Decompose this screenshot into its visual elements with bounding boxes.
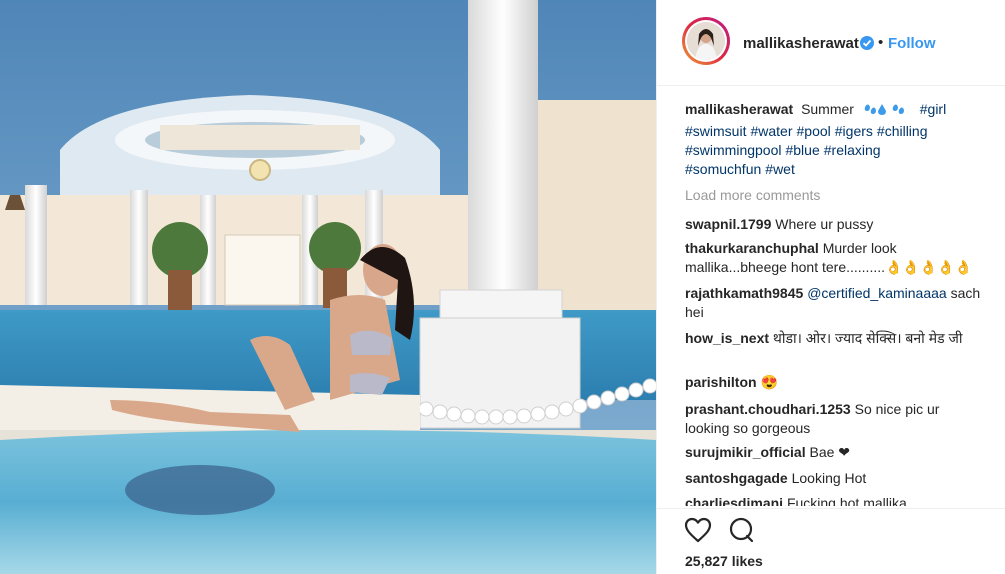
comment-username[interactable]: thakurkaranchuphal <box>685 240 819 256</box>
comment-item: charliesdimani Fucking hot mallika <box>685 494 985 506</box>
hashtag[interactable]: #pool <box>797 123 831 139</box>
comment-item: prashant.choudhari.1253 So nice pic ur l… <box>685 400 985 438</box>
comment-item: rajathkamath9845 @certified_kaminaaaa sa… <box>685 284 985 322</box>
follow-button[interactable]: Follow <box>888 35 936 52</box>
hashtag[interactable]: #swimmingpool <box>685 142 781 158</box>
comment-item: swapnil.1799 Where ur pussy <box>685 215 985 234</box>
comment-text: Looking Hot <box>791 470 867 486</box>
sweat-droplets-icon <box>862 101 912 122</box>
load-more-comments-button[interactable]: Load more comments <box>685 187 820 203</box>
comment-mention[interactable]: @certified_kaminaaaa <box>807 285 947 301</box>
comment-username[interactable]: parishilton <box>685 374 757 390</box>
comments-section: mallikasherawat Summer #girl #swimsuit #w… <box>657 86 1005 506</box>
comment-text: Bae ❤ <box>809 444 851 460</box>
hashtag[interactable]: #swimsuit <box>685 123 746 139</box>
hashtag[interactable]: #girl <box>920 101 946 117</box>
comment-item: thakurkaranchuphal Murder look mallika..… <box>685 239 985 277</box>
post-caption: mallikasherawat Summer #girl #swimsuit #w… <box>685 100 985 179</box>
comment-username[interactable]: charliesdimani <box>685 495 783 506</box>
post-actions: 25,827 likes <box>657 508 1005 574</box>
comment-text: Fucking hot mallika <box>786 495 907 506</box>
comment-username[interactable]: surujmikir_official <box>685 444 806 460</box>
hashtag[interactable]: #blue <box>785 142 819 158</box>
post-side-panel: mallikasherawat • Follow mallikasherawat… <box>656 0 1005 574</box>
comment-item: parishilton 😍 <box>685 373 985 392</box>
heart-icon[interactable] <box>684 517 712 548</box>
comment-username[interactable]: how_is_next <box>685 330 769 346</box>
hashtag[interactable]: #igers <box>835 123 873 139</box>
caption-text: Summer <box>801 101 854 117</box>
avatar[interactable] <box>682 17 730 65</box>
avatar-image <box>687 22 725 60</box>
comment-text: Where ur pussy <box>775 216 874 232</box>
instagram-post-view: mallikasherawat • Follow mallikasherawat… <box>0 0 1005 574</box>
hashtag[interactable]: #relaxing <box>824 142 881 158</box>
post-header: mallikasherawat • Follow <box>657 0 1005 86</box>
comment-username[interactable]: santoshgagade <box>685 470 788 486</box>
comment-bubble-icon[interactable] <box>728 517 756 548</box>
like-count[interactable]: 25,827 likes <box>685 553 763 569</box>
header-username[interactable]: mallikasherawat <box>743 35 859 52</box>
comment-text: 😍 <box>760 374 778 390</box>
pool-photo-illustration <box>0 0 656 574</box>
comment-item: how_is_next थोडा। ओर। ज्याद सेक्सि। बनो … <box>685 329 985 348</box>
comment-item: surujmikir_official Bae ❤ <box>685 443 985 462</box>
separator-dot: • <box>878 34 884 51</box>
caption-username[interactable]: mallikasherawat <box>685 101 793 117</box>
post-photo[interactable] <box>0 0 656 574</box>
comment-username[interactable]: rajathkamath9845 <box>685 285 803 301</box>
hashtag[interactable]: #water <box>750 123 792 139</box>
hashtag[interactable]: #somuchfun <box>685 161 761 177</box>
comment-text: थोडा। ओर। ज्याद सेक्सि। बनो मेड जी <box>772 330 963 346</box>
comment-username[interactable]: swapnil.1799 <box>685 216 771 232</box>
hashtag[interactable]: #chilling <box>877 123 928 139</box>
hashtag[interactable]: #wet <box>765 161 795 177</box>
comment-username[interactable]: prashant.choudhari.1253 <box>685 401 851 417</box>
comment-item: santoshgagade Looking Hot <box>685 469 985 488</box>
verified-badge-icon <box>860 36 874 50</box>
